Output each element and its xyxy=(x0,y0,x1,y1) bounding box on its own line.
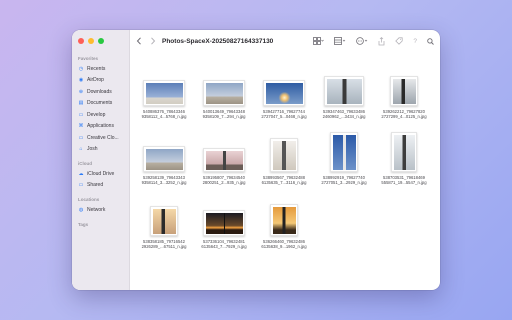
shared-folder-icon: ▭ xyxy=(78,182,84,189)
globe-icon: ◍ xyxy=(78,206,84,213)
cloud-icon: ☁ xyxy=(78,170,84,177)
file-name-line2: 2926289_...67511_n.jpg xyxy=(141,244,187,250)
file-item[interactable]: 538358185_79716542 2926289_...67511_n.jpg xyxy=(136,196,192,250)
sidebar-content: Favorites ◷ Recents ◉ AirDrop ⊕ Downloads ▤ Docu… xyxy=(72,56,129,227)
sidebar: Favorites ◷ Recents ◉ AirDrop ⊕ Downloads ▤ Docu… xyxy=(72,30,130,290)
sidebar-item-label: Network xyxy=(87,206,106,213)
tags-section-title: Tags xyxy=(78,221,89,227)
file-item[interactable]: 539262212_79627820 2727299_4...0125_n.jpg xyxy=(376,66,432,120)
main-pane: Photos-SpaceX-20250827164337130 ? 540886… xyxy=(130,30,440,290)
file-name-line2: 9358109_7...294_n.jpg xyxy=(202,114,246,120)
sidebar-item-label: Creative Clo... xyxy=(87,134,119,141)
file-item[interactable]: 536266460_79632486 6135638_9...1962_n.jpg xyxy=(256,196,312,250)
traffic-lights xyxy=(72,36,129,50)
sidebar-item[interactable]: ▭ Creative Clo... xyxy=(72,132,129,144)
sidebar-item-label: Shared xyxy=(87,182,104,189)
back-icon[interactable] xyxy=(136,36,142,46)
file-name-line2: 2727299_4...0125_n.jpg xyxy=(381,114,427,120)
file-name-line2: 555871_19...5547_n.jpg xyxy=(381,180,427,186)
action-menu-icon[interactable] xyxy=(356,36,368,46)
file-item[interactable]: 538992919_79627740 2727051_3...2929_n.jpg xyxy=(316,132,372,186)
toolbar-actions: ? xyxy=(313,36,434,46)
download-icon: ⊕ xyxy=(78,88,84,95)
file-thumbnail xyxy=(263,80,305,106)
file-name-line2: 9358112_4...5768_n.jpg xyxy=(141,114,187,120)
toolbar: Photos-SpaceX-20250827164337130 ? xyxy=(130,30,440,52)
file-thumbnail xyxy=(150,206,178,236)
window-title: Photos-SpaceX-20250827164337130 xyxy=(162,37,274,45)
file-item[interactable]: 539195807_79634540 2800251_2...935_n.jpg xyxy=(196,132,252,186)
document-icon: ▤ xyxy=(78,100,84,107)
sidebar-item[interactable]: ◷ Recents xyxy=(72,63,129,75)
sidebar-item[interactable]: ⌂ Josh xyxy=(72,144,129,156)
file-item[interactable]: 538703531_79618469 555871_19...5547_n.jpg xyxy=(376,132,432,186)
file-thumbnail xyxy=(203,210,245,236)
file-name-line2: 2460962_...3434_n.jpg xyxy=(322,114,366,120)
finder-window: Favorites ◷ Recents ◉ AirDrop ⊕ Downloads ▤ Docu… xyxy=(72,30,440,290)
file-item[interactable]: 540886376_78643346 9358112_4...5768_n.jpg xyxy=(136,66,192,120)
file-name-line2: 6135635_7...3116_n.jpg xyxy=(261,180,307,186)
clock-icon: ◷ xyxy=(78,65,84,72)
sidebar-item-label: AirDrop xyxy=(87,77,104,84)
sidebar-item-label: Documents xyxy=(87,100,113,107)
file-item[interactable]: 538993567_79632488 6135635_7...3116_n.jpg xyxy=(256,132,312,186)
sidebar-item[interactable]: ▭ Develop xyxy=(72,109,129,121)
airdrop-icon: ◉ xyxy=(78,77,84,84)
sidebar-item[interactable]: ⊕ Downloads xyxy=(72,86,129,98)
tag-icon[interactable] xyxy=(395,36,403,46)
share-icon[interactable] xyxy=(378,36,385,46)
sidebar-item-label: Josh xyxy=(87,146,98,153)
file-thumbnail xyxy=(270,138,298,172)
file-thumbnail xyxy=(390,76,418,106)
file-thumbnail xyxy=(391,132,417,172)
zoom-button[interactable] xyxy=(98,38,104,44)
sidebar-item[interactable]: ☁ iCloud Drive xyxy=(72,168,129,180)
help-icon[interactable]: ? xyxy=(413,36,417,46)
file-thumbnail xyxy=(324,76,364,106)
file-item[interactable]: 539258139_79643343 9358114_3...3252_n.jpg xyxy=(136,132,192,186)
file-item[interactable]: 539427716_79627744 2727047_5...0468_n.jpg xyxy=(256,66,312,120)
sidebar-item[interactable]: ▭ Shared xyxy=(72,180,129,192)
file-thumbnail xyxy=(143,146,185,172)
group-icon[interactable] xyxy=(334,36,346,46)
sidebar-item[interactable]: ◍ Network xyxy=(72,204,129,216)
sidebar-item-label: Applications xyxy=(87,123,114,130)
sidebar-item-label: Develop xyxy=(87,111,106,118)
file-name-line2: 2727047_5...0468_n.jpg xyxy=(261,114,307,120)
file-thumbnail xyxy=(203,80,245,106)
applications-icon: ⌘ xyxy=(78,123,84,130)
folder-icon: ▭ xyxy=(78,111,84,118)
sidebar-item-label: Recents xyxy=(87,65,106,72)
minimize-button[interactable] xyxy=(88,38,94,44)
forward-icon[interactable] xyxy=(150,36,156,46)
file-thumbnail xyxy=(203,148,245,172)
search-icon[interactable] xyxy=(427,36,434,46)
home-icon: ⌂ xyxy=(79,146,83,153)
folder-icon: ▭ xyxy=(78,134,84,141)
sidebar-item-label: iCloud Drive xyxy=(87,170,115,177)
close-button[interactable] xyxy=(78,38,84,44)
file-item[interactable]: 540013649_79643348 9358109_7...294_n.jpg xyxy=(196,66,252,120)
sidebar-item[interactable]: ⌘ Applications xyxy=(72,121,129,133)
file-thumbnail xyxy=(143,80,185,106)
view-grid-icon[interactable] xyxy=(313,36,325,46)
file-name-line2: 6135638_9...1962_n.jpg xyxy=(261,244,307,250)
file-name-line2: 6135643_7...7929_n.jpg xyxy=(201,244,247,250)
icloud-section-title: iCloud xyxy=(78,161,92,166)
file-name-line2: 9358114_3...3252_n.jpg xyxy=(141,180,187,186)
file-name-line2: 2800251_2...935_n.jpg xyxy=(202,180,246,186)
file-item[interactable]: 539347463_79633486 2460962_...3434_n.jpg xyxy=(316,66,372,120)
sidebar-item[interactable]: ▤ Documents xyxy=(72,98,129,110)
favorites-section-title: Favorites xyxy=(78,56,99,61)
sidebar-item-label: Downloads xyxy=(87,88,112,95)
file-thumbnail xyxy=(270,204,298,236)
locations-section-title: Locations xyxy=(78,197,100,202)
sidebar-item[interactable]: ◉ AirDrop xyxy=(72,75,129,87)
file-item[interactable]: 537336104_79632481 6135643_7...7929_n.jpg xyxy=(196,196,252,250)
file-thumbnail xyxy=(330,132,358,172)
file-name-line2: 2727051_3...2929_n.jpg xyxy=(321,180,367,186)
